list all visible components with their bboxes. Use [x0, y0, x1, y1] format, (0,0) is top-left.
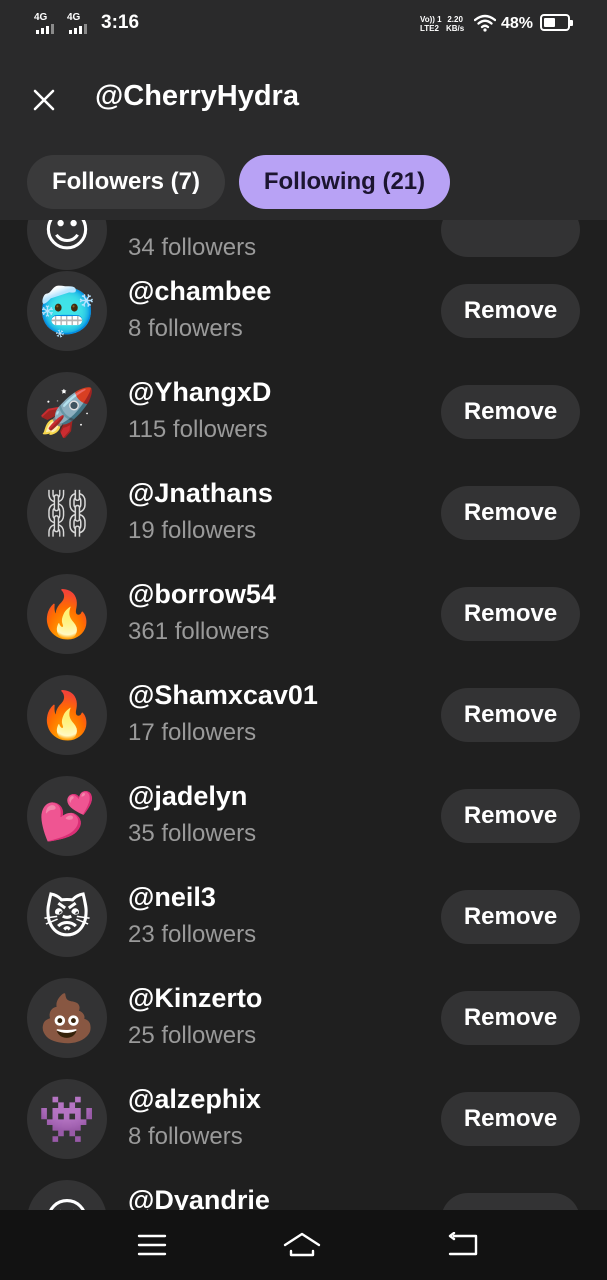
speed-value: 2.20	[447, 15, 463, 24]
page-title: @CherryHydra	[95, 80, 299, 112]
list-item[interactable]: 🚀 @YhangxD 115 followers Remove	[0, 372, 607, 473]
close-icon	[33, 89, 55, 111]
avatar: 🚀	[27, 372, 107, 452]
remove-button[interactable]: Remove	[441, 991, 580, 1045]
list-item[interactable]: 💕 @jadelyn 35 followers Remove	[0, 776, 607, 877]
username[interactable]: @Kinzerto	[128, 983, 262, 1014]
header: @CherryHydra Followers (7) Following (21…	[0, 50, 607, 220]
volte-indicator: Vo)) 1 LTE2	[420, 15, 442, 33]
speed-unit: KB/s	[446, 24, 465, 33]
follower-count: 35 followers	[128, 820, 257, 847]
follower-count: 8 followers	[128, 1123, 243, 1150]
avatar: 💩	[27, 978, 107, 1058]
list-item[interactable]: ⛓ @Jnathans 19 followers Remove	[0, 473, 607, 574]
username[interactable]: @Shamxcav01	[128, 680, 318, 711]
wifi-icon	[473, 14, 497, 37]
username[interactable]: @Jnathans	[128, 478, 273, 509]
list-item[interactable]: 😶 @Dyandrie	[0, 1180, 607, 1210]
remove-button[interactable]: Remove	[441, 789, 580, 843]
remove-button[interactable]	[441, 220, 580, 257]
tab-followers-label: Followers (7)	[51, 168, 201, 195]
avatar: 🥶	[27, 271, 107, 351]
remove-button[interactable]: Remove	[441, 587, 580, 641]
network-type-1: 4G	[34, 12, 48, 23]
remove-button[interactable]: Remove	[441, 385, 580, 439]
list-item[interactable]: 🥶 @chambee 8 followers Remove	[0, 271, 607, 372]
navigation-bar	[0, 1210, 607, 1280]
remove-button[interactable]: Remove	[441, 890, 580, 944]
username[interactable]: @Dyandrie	[128, 1185, 270, 1210]
list-item[interactable]: 💩 @Kinzerto 25 followers Remove	[0, 978, 607, 1079]
signal-bars-icon	[36, 24, 54, 34]
back-button[interactable]	[443, 1228, 483, 1262]
menu-icon	[137, 1234, 167, 1256]
avatar: 😶	[27, 1180, 107, 1210]
volte-top: Vo)) 1	[420, 15, 442, 24]
battery-percentage: 48%	[501, 15, 534, 32]
username[interactable]: @YhangxD	[128, 377, 271, 408]
avatar: 💕	[27, 776, 107, 856]
remove-button[interactable]: Remove	[441, 1092, 580, 1146]
tab-following-label: Following (21)	[263, 168, 426, 195]
remove-button[interactable]	[441, 1193, 580, 1210]
avatar: 😇	[27, 220, 107, 270]
volte-bottom: LTE2	[420, 24, 439, 33]
follower-count: 17 followers	[128, 719, 257, 746]
remove-button[interactable]: Remove	[441, 486, 580, 540]
follower-count: 115 followers	[128, 416, 268, 443]
network-speed: 2.20 KB/s	[446, 15, 464, 33]
avatar: ⛓	[27, 473, 107, 553]
signal-bars-icon	[69, 24, 87, 34]
remove-button[interactable]: Remove	[441, 688, 580, 742]
username[interactable]: @jadelyn	[128, 781, 247, 812]
back-icon	[448, 1232, 478, 1256]
follower-count: 19 followers	[128, 517, 257, 544]
status-bar: 4G 4G 3:16 Vo)) 1 LTE2 2.20 KB/s 48%	[0, 0, 607, 50]
avatar: 🔥	[27, 675, 107, 755]
battery-level	[544, 18, 555, 27]
list-item[interactable]: 😾 @neil3 23 followers Remove	[0, 877, 607, 978]
tab-following[interactable]: Following (21)	[239, 155, 450, 209]
list-item[interactable]: 🔥 @borrow54 361 followers Remove	[0, 574, 607, 675]
home-icon	[283, 1232, 321, 1257]
remove-button[interactable]: Remove	[441, 284, 580, 338]
follower-count: 25 followers	[128, 1022, 257, 1049]
follower-count: 23 followers	[128, 921, 257, 948]
screen: 4G 4G 3:16 Vo)) 1 LTE2 2.20 KB/s 48% @Ch…	[0, 0, 607, 1280]
network-type-2: 4G	[67, 12, 81, 23]
list-item[interactable]: 👾 @alzephix 8 followers Remove	[0, 1079, 607, 1180]
list-item[interactable]: 🔥 @Shamxcav01 17 followers Remove	[0, 675, 607, 776]
tab-followers[interactable]: Followers (7)	[27, 155, 225, 209]
username[interactable]: @alzephix	[128, 1084, 261, 1115]
avatar: 👾	[27, 1079, 107, 1159]
avatar: 😾	[27, 877, 107, 957]
menu-button[interactable]	[132, 1228, 172, 1262]
username[interactable]: @chambee	[128, 276, 271, 307]
following-list: 😇 34 followers 🥶 @chambee 8 followers Re…	[0, 220, 607, 1210]
follower-count: 361 followers	[128, 618, 270, 645]
username[interactable]: @neil3	[128, 882, 216, 913]
follower-count: 8 followers	[128, 315, 243, 342]
home-button[interactable]	[282, 1228, 322, 1262]
clock: 3:16	[101, 12, 140, 33]
follower-count: 34 followers	[128, 234, 257, 261]
battery-icon	[540, 14, 573, 31]
avatar: 🔥	[27, 574, 107, 654]
username[interactable]: @borrow54	[128, 579, 276, 610]
close-button[interactable]	[22, 78, 66, 122]
